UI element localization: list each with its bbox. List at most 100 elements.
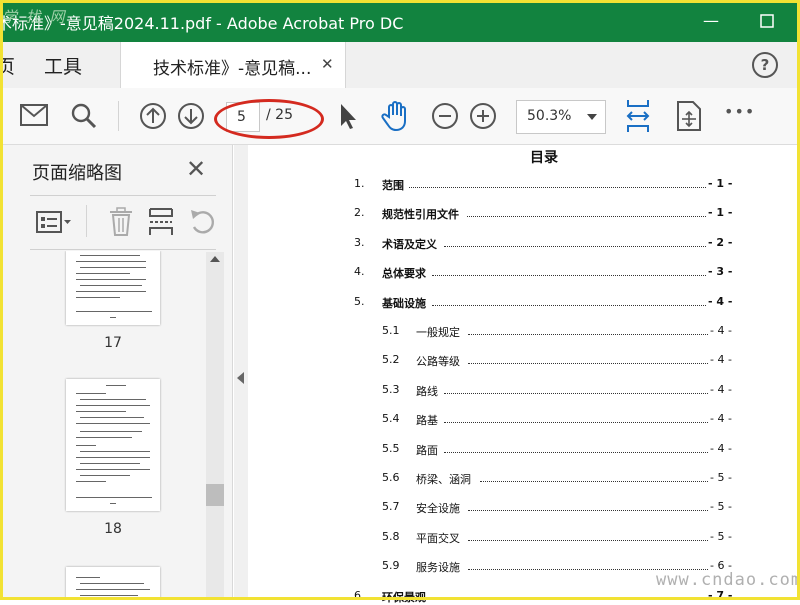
- email-icon[interactable]: [20, 104, 48, 126]
- zoom-value: 50.3%: [527, 108, 572, 124]
- toc-entry-number: 1.: [354, 177, 365, 190]
- toc-entry-page: - 1 -: [708, 177, 733, 190]
- toc-entry-title: 基础设施: [382, 296, 426, 310]
- thumbnail-options-icon[interactable]: [36, 209, 72, 235]
- toc-entry[interactable]: 5.3 路线 - 4 -: [248, 383, 800, 399]
- toc-entry[interactable]: 1. 范围 - 1 -: [248, 177, 800, 193]
- toc-entry-page: - 5 -: [710, 471, 732, 484]
- tab-document-label: 技术标准》-意见稿...: [153, 59, 312, 79]
- maximize-button[interactable]: [752, 8, 782, 34]
- toc-entry-title: 术语及定义: [382, 237, 437, 251]
- toc-entry-title: 路基: [416, 414, 438, 428]
- toc-entry-number: 5.9: [382, 559, 400, 573]
- full-screen-icon[interactable]: [676, 100, 702, 132]
- toc-leader-dots: [443, 245, 706, 247]
- scrollbar-thumb[interactable]: [206, 484, 224, 506]
- watermark-bottom: www.cndao.com: [656, 570, 800, 590]
- toc-leader-dots: [468, 334, 708, 335]
- toc-entry[interactable]: 5.5 路面 - 4 -: [248, 442, 800, 458]
- panel-collapse-handle[interactable]: [234, 145, 248, 600]
- toc-entry-title: 平面交叉: [416, 531, 460, 545]
- select-arrow-icon[interactable]: [338, 102, 358, 130]
- zoom-select[interactable]: 50.3%: [516, 100, 606, 134]
- tab-bar: 页 工具 技术标准》-意见稿... ✕: [0, 42, 800, 89]
- toc-entry[interactable]: 5. 基础设施 - 4 -: [248, 295, 800, 311]
- page-thumbnail[interactable]: [66, 567, 160, 600]
- toc-leader-dots: [480, 481, 708, 482]
- toc-entry[interactable]: 3. 术语及定义 - 2 -: [248, 236, 800, 252]
- page-thumbnail[interactable]: [66, 251, 160, 325]
- tab-document[interactable]: 技术标准》-意见稿... ✕: [120, 42, 346, 89]
- chevron-down-icon: [587, 114, 597, 120]
- panel-separator: [86, 205, 87, 237]
- toc-entry-number: 5.5: [382, 441, 400, 455]
- toc-entry[interactable]: 4. 总体要求 - 3 -: [248, 265, 800, 281]
- rotate-icon[interactable]: [188, 207, 218, 237]
- toc-entry[interactable]: 5.7 安全设施 - 5 -: [248, 500, 800, 516]
- next-page-icon[interactable]: [177, 102, 205, 130]
- toc-entry-number: 5.2: [382, 353, 400, 367]
- toc-entry-number: 5.3: [382, 382, 400, 396]
- toc-entry-number: 5.6: [382, 471, 400, 484]
- toc-entry[interactable]: 2. 规范性引用文件 - 1 -: [248, 206, 800, 222]
- toc-entry[interactable]: 5.1 一般规定 - 4 -: [248, 324, 800, 340]
- thumbnail-page-number: 18: [104, 521, 122, 537]
- toc-entry-page: - 3 -: [708, 265, 733, 279]
- toc-entry[interactable]: 5.2 公路等级 - 4 -: [248, 353, 800, 369]
- thumbnail-scrollbar[interactable]: [206, 252, 224, 600]
- toc-entry[interactable]: 5.4 路基 - 4 -: [248, 412, 800, 428]
- scroll-up-icon[interactable]: [210, 256, 220, 262]
- panel-divider: [30, 249, 216, 250]
- watermark-top: 学 找 网: [2, 8, 67, 26]
- toc-entry[interactable]: 5.8 平面交叉 - 5 -: [248, 530, 800, 546]
- panel-title: 页面缩略图: [32, 163, 122, 184]
- toc-entry-page: - 4 -: [710, 441, 732, 455]
- more-tools-icon[interactable]: •••: [724, 102, 755, 121]
- toc-leader-dots: [468, 539, 708, 541]
- toc-entry-number: 5.7: [382, 500, 400, 514]
- toc-entry-page: - 2 -: [708, 235, 733, 249]
- toc-entry[interactable]: 6. 环保景观 - 7 -: [248, 589, 800, 605]
- search-icon[interactable]: [70, 102, 98, 130]
- toc-entry-number: 3.: [354, 235, 365, 249]
- minimize-button[interactable]: —: [696, 8, 726, 34]
- help-icon[interactable]: ?: [752, 52, 778, 78]
- page-thumbnail[interactable]: [66, 379, 160, 511]
- delete-icon[interactable]: [108, 207, 134, 237]
- close-panel-icon[interactable]: ✕: [186, 155, 206, 183]
- tab-close-icon[interactable]: ✕: [321, 55, 334, 73]
- toc-entry-number: 4.: [354, 265, 365, 279]
- thumbnail-list: 17 18: [30, 251, 206, 600]
- fit-page-icon[interactable]: [624, 98, 652, 134]
- toc-entry-number: 5.8: [382, 529, 400, 543]
- tab-tools[interactable]: 工具: [44, 52, 82, 79]
- toc-leader-dots: [432, 304, 706, 306]
- toc-entry[interactable]: 5.6 桥梁、涵洞 - 5 -: [248, 471, 800, 487]
- zoom-in-icon[interactable]: [469, 102, 497, 130]
- zoom-out-icon[interactable]: [431, 102, 459, 130]
- maximize-icon: [760, 14, 774, 28]
- toc-leader-dots: [444, 451, 708, 453]
- toolbar-separator: [118, 101, 119, 131]
- toc-entry-page: - 4 -: [710, 382, 732, 396]
- extract-pages-icon[interactable]: [148, 207, 174, 237]
- toc-entry-title: 安全设施: [416, 502, 460, 516]
- thumbnail-page-number: 17: [104, 335, 122, 351]
- toc-leader-dots: [432, 598, 706, 600]
- toc-entry-page: - 4 -: [710, 412, 732, 426]
- toc-entry-page: - 4 -: [708, 294, 733, 308]
- toc-entry-number: 5.1: [382, 324, 400, 337]
- toc-entry-page: - 4 -: [710, 324, 732, 337]
- tab-home[interactable]: 页: [0, 52, 15, 79]
- annotation-oval: [214, 99, 324, 139]
- toc-entry-title: 公路等级: [416, 355, 460, 369]
- toc-entry-page: - 4 -: [710, 353, 732, 367]
- toc-entry-title: 总体要求: [382, 267, 426, 281]
- hand-tool-icon[interactable]: [380, 100, 414, 132]
- toc-leader-dots: [444, 422, 708, 424]
- previous-page-icon[interactable]: [139, 102, 167, 130]
- title-bar: 术标准》-意见稿2024.11.pdf - Adobe Acrobat Pro …: [0, 0, 800, 42]
- toc-entry-page: - 1 -: [708, 206, 733, 220]
- toc-entry-title: 桥梁、涵洞: [416, 473, 471, 486]
- toc-leader-dots: [468, 363, 708, 365]
